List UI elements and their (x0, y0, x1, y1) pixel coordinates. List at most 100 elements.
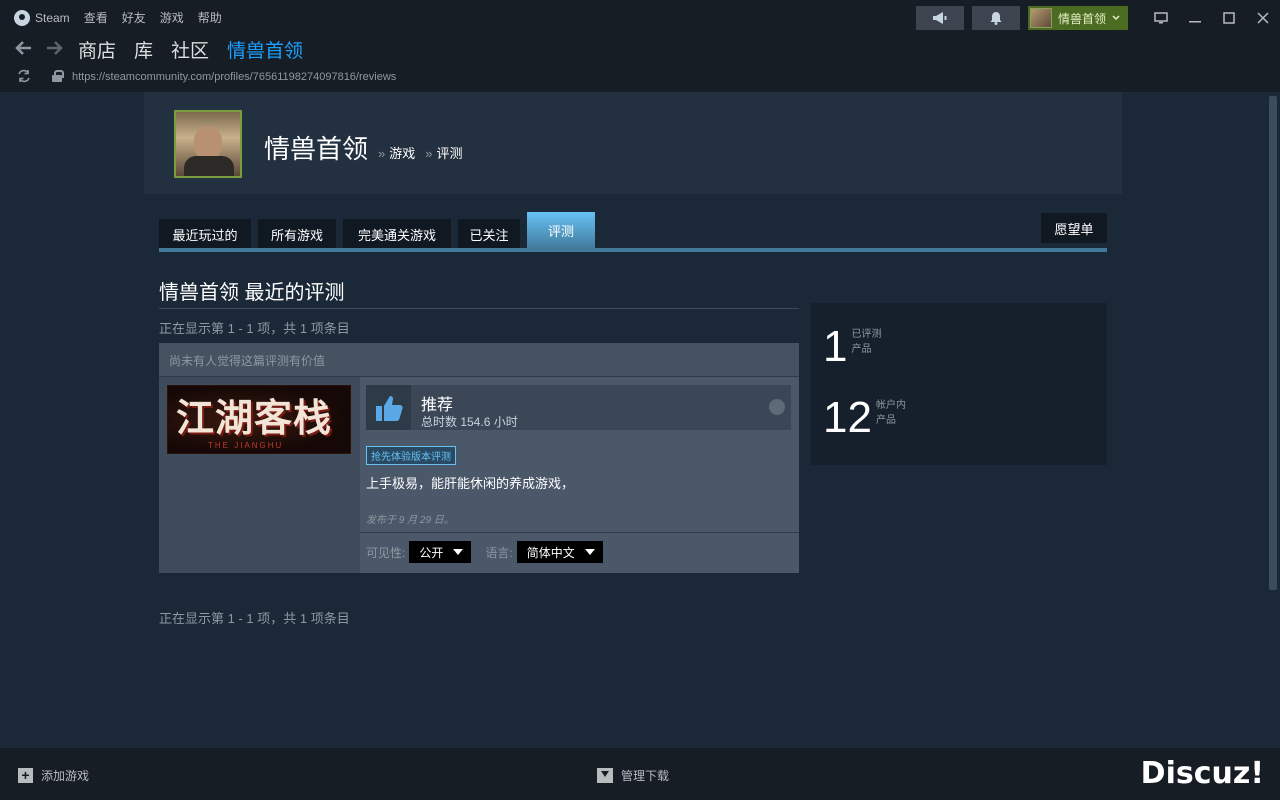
history-nav (14, 36, 64, 62)
stat-reviewed-labels: 已评测 产品 (851, 325, 881, 357)
stat-owned[interactable]: 12 帐户内 产品 (823, 396, 906, 440)
stat-reviewed-count: 1 (823, 322, 848, 371)
bottom-bar: + 添加游戏 管理下载 Discuz! (0, 748, 1280, 800)
posted-date: 发布于 9 月 29 日。 (366, 515, 454, 526)
review-divider (360, 532, 799, 533)
lock-icon (52, 70, 64, 82)
review-game-panel: 江湖客栈 THE JIANGHU (159, 377, 360, 573)
chevron-down-icon (1112, 15, 1120, 21)
caret-down-icon (453, 549, 464, 555)
back-button[interactable] (14, 36, 32, 62)
refresh-button[interactable] (16, 69, 32, 86)
manage-downloads-label: 管理下载 (621, 769, 670, 783)
breadcrumb-games[interactable]: 游戏 (389, 143, 415, 162)
page-scrollbar[interactable] (1266, 92, 1280, 748)
avatar (1029, 8, 1052, 28)
vote-header[interactable]: 推荐 总时数 154.6 小时 (366, 385, 791, 430)
url-bar: https://steamcommunity.com/profiles/7656… (0, 64, 1280, 92)
caret-down-icon (584, 549, 595, 555)
review-card: 尚未有人觉得这篇评测有价值 江湖客栈 THE JIANGHU 推荐 总时数 15… (159, 343, 799, 573)
playtime-text: 总时数 154.6 小时 (421, 415, 518, 429)
watermark: Discuz! (1140, 756, 1264, 791)
thumbs-up-icon (375, 395, 403, 421)
tab-recently-played[interactable]: 最近玩过的 (159, 219, 251, 249)
pagination-text-bottom: 正在显示第 1 - 1 项，共 1 项条目 (159, 611, 350, 626)
visibility-label: 可见性: (366, 545, 406, 560)
title-bar: Steam 查看 好友 游戏 帮助 情兽首领 (0, 0, 1280, 36)
profile-name[interactable]: 情兽首领 (264, 129, 368, 166)
breadcrumb: 情兽首领 » 游戏 » 评测 (264, 129, 463, 166)
game-logo-subtitle: THE JIANGHU (208, 441, 284, 450)
review-controls: 可见性: 公开 语言: 简体中文 (366, 541, 603, 563)
profile-tabs: 最近玩过的 所有游戏 完美通关游戏 已关注 评测 愿望单 (159, 212, 1107, 252)
tab-perfect-games[interactable]: 完美通关游戏 (343, 219, 451, 249)
forward-icon (47, 41, 63, 55)
game-logo-title: 江湖客栈 (176, 395, 333, 440)
manage-downloads-button[interactable]: 管理下载 (597, 767, 669, 784)
stat-owned-label-2: 产品 (875, 415, 896, 426)
close-icon (1257, 12, 1269, 24)
breadcrumb-reviews[interactable]: 评测 (437, 143, 463, 162)
forward-button[interactable] (46, 36, 64, 62)
minimize-icon (1189, 21, 1201, 23)
stat-owned-labels: 帐户内 产品 (876, 396, 906, 428)
stat-reviewed[interactable]: 1 已评测 产品 (823, 325, 881, 369)
tab-all-games[interactable]: 所有游戏 (258, 219, 336, 249)
tab-reviews[interactable]: 评测 (527, 212, 595, 249)
review-helpful-text: 尚未有人觉得这篇评测有价值 (159, 343, 799, 377)
url-text[interactable]: https://steamcommunity.com/profiles/7656… (72, 71, 396, 83)
review-stats: 1 已评测 产品 12 帐户内 产品 (811, 303, 1107, 465)
monitor-icon (1154, 12, 1168, 24)
minimize-button[interactable] (1178, 6, 1212, 30)
download-icon (597, 768, 613, 783)
maximize-button[interactable] (1212, 6, 1246, 30)
announce-icon (932, 12, 947, 24)
language-dropdown[interactable]: 简体中文 (516, 541, 603, 563)
visibility-value: 公开 (419, 545, 444, 560)
stat-reviewed-label-1: 已评测 (851, 329, 882, 340)
refresh-icon (18, 69, 30, 83)
page-content: 情兽首领 » 游戏 » 评测 最近玩过的 所有游戏 完美通关游戏 已关注 评测 … (0, 92, 1266, 748)
menu-friends[interactable]: 好友 (122, 9, 146, 26)
game-capsule-image[interactable]: 江湖客栈 THE JIANGHU (167, 385, 351, 454)
review-body: 推荐 总时数 154.6 小时 抢先体验版本评测 上手极易，能肝能休闲的养成游戏… (360, 377, 799, 573)
menu-games[interactable]: 游戏 (160, 9, 184, 26)
wishlist-button[interactable]: 愿望单 (1041, 213, 1107, 243)
avatar-face (194, 126, 222, 160)
profile-avatar[interactable] (174, 110, 242, 178)
close-button[interactable] (1246, 6, 1280, 30)
steam-logo-icon (14, 9, 30, 26)
add-game-button[interactable]: + 添加游戏 (18, 767, 89, 784)
scrollbar-thumb[interactable] (1269, 96, 1277, 590)
visibility-dropdown[interactable]: 公开 (409, 541, 472, 563)
stat-owned-count: 12 (823, 393, 872, 442)
back-icon (15, 41, 31, 55)
thumbs-up-box (366, 385, 411, 430)
stat-owned-label-1: 帐户内 (875, 400, 906, 411)
early-access-badge: 抢先体验版本评测 (366, 446, 456, 465)
user-name: 情兽首领 (1057, 11, 1106, 26)
menu-view[interactable]: 查看 (84, 9, 108, 26)
menu-steam-label: Steam (35, 10, 70, 25)
language-label: 语言: (485, 545, 513, 560)
profile-header: 情兽首领 » 游戏 » 评测 (144, 92, 1122, 194)
user-menu-button[interactable]: 情兽首领 (1027, 6, 1128, 30)
menu-bar: Steam 查看 好友 游戏 帮助 (14, 9, 222, 26)
tab-followed[interactable]: 已关注 (458, 219, 520, 249)
notifications-button[interactable] (971, 6, 1020, 30)
nav-bar: 商店 库 社区 情兽首领 (0, 36, 1280, 68)
menu-help[interactable]: 帮助 (198, 9, 222, 26)
steam-mini-icon (769, 399, 785, 415)
title-bar-actions: 情兽首领 (915, 6, 1280, 30)
big-picture-button[interactable] (1144, 6, 1178, 30)
breadcrumb-separator: » (378, 146, 386, 161)
pagination-text-top: 正在显示第 1 - 1 项，共 1 项条目 (159, 321, 350, 336)
announcements-button[interactable] (915, 6, 964, 30)
title-divider (159, 308, 799, 309)
stat-reviewed-label-2: 产品 (851, 344, 872, 355)
language-value: 简体中文 (526, 545, 575, 560)
plus-icon: + (18, 768, 33, 783)
avatar-shirt (184, 156, 234, 176)
tabs-underline (159, 248, 1107, 252)
steam-menu[interactable]: Steam (14, 9, 70, 26)
